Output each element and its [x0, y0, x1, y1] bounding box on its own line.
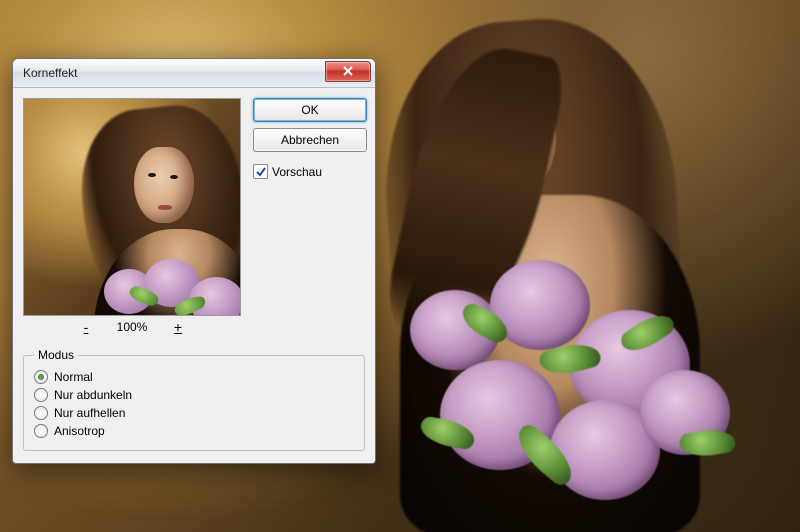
- modus-option-nur-aufhellen[interactable]: Nur aufhellen: [34, 404, 354, 422]
- modus-option-label: Nur aufhellen: [54, 406, 125, 420]
- checkbox-icon: [253, 164, 268, 179]
- radio-icon: [34, 406, 48, 420]
- zoom-out-button[interactable]: -: [78, 320, 94, 334]
- modus-option-label: Normal: [54, 370, 93, 384]
- modus-option-label: Nur abdunkeln: [54, 388, 132, 402]
- modus-option-label: Anisotrop: [54, 424, 105, 438]
- close-icon: [343, 65, 353, 79]
- radio-icon: [34, 424, 48, 438]
- zoom-in-button[interactable]: +: [170, 320, 186, 334]
- zoom-value: 100%: [112, 320, 152, 334]
- modus-option-anisotrop[interactable]: Anisotrop: [34, 422, 354, 440]
- ok-button[interactable]: OK: [253, 98, 367, 122]
- modus-option-normal[interactable]: Normal: [34, 368, 354, 386]
- effect-preview[interactable]: [23, 98, 241, 316]
- zoom-controls: - 100% +: [23, 320, 241, 334]
- preview-checkbox-label: Vorschau: [272, 165, 322, 179]
- modus-option-nur-abdunkeln[interactable]: Nur abdunkeln: [34, 386, 354, 404]
- cancel-button[interactable]: Abbrechen: [253, 128, 367, 152]
- modus-legend: Modus: [34, 348, 78, 362]
- dialog-titlebar[interactable]: Korneffekt: [13, 59, 375, 88]
- dialog-title: Korneffekt: [23, 66, 77, 80]
- close-button[interactable]: [325, 61, 371, 82]
- korneffekt-dialog: Korneffekt: [12, 58, 376, 464]
- radio-icon: [34, 370, 48, 384]
- modus-group: Modus Normal Nur abdunkeln Nur aufhellen…: [23, 348, 365, 451]
- radio-icon: [34, 388, 48, 402]
- preview-checkbox[interactable]: Vorschau: [253, 164, 322, 179]
